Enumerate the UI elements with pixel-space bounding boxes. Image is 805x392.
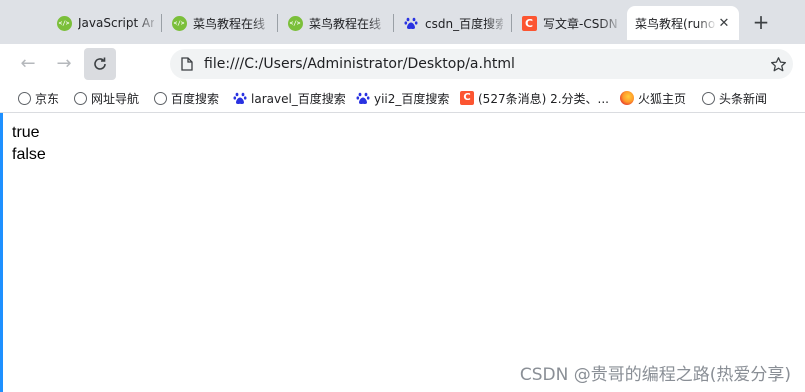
page-content: true false — [12, 122, 46, 166]
output-line: false — [12, 146, 46, 163]
new-tab-button[interactable]: + — [748, 9, 774, 35]
toolbar: ← → file:///C:/Users/Administrator/Deskt… — [0, 44, 805, 84]
url-text: file:///C:/Users/Administrator/Desktop/a… — [204, 56, 515, 72]
baidu-paw-icon — [356, 91, 370, 105]
csdn-icon: C — [521, 15, 537, 31]
reload-icon — [94, 57, 106, 70]
bookmark-label: 京东 — [35, 91, 60, 106]
globe-icon — [701, 91, 715, 105]
bookmarks-bar: 京东 网址导航 百度搜索 laravel_百度搜索 yii2_百度搜索 C (5… — [0, 84, 805, 113]
baidu-paw-icon — [403, 15, 419, 31]
bookmark-label: 网址导航 — [91, 91, 140, 106]
baidu-paw-icon — [233, 91, 247, 105]
bookmark-firefox-home[interactable]: 火狐主页 — [620, 88, 686, 108]
bookmark-url-nav[interactable]: 网址导航 — [73, 88, 139, 108]
output-line: true — [12, 124, 40, 141]
bookmark-label: (527条消息) 2.分类、... — [478, 91, 609, 106]
bookmark-label: 头条新闻 — [719, 91, 768, 106]
file-icon — [170, 49, 204, 79]
bookmark-label: laravel_百度搜索 — [251, 91, 346, 106]
back-button[interactable]: ← — [12, 48, 44, 80]
arrow-left-icon: ← — [20, 53, 36, 74]
runoob-icon: </> — [287, 15, 303, 31]
reload-button[interactable] — [84, 48, 116, 80]
star-icon[interactable] — [763, 56, 793, 73]
runoob-icon: </> — [171, 15, 187, 31]
runoob-icon: </> — [56, 15, 72, 31]
bookmark-laravel[interactable]: laravel_百度搜索 — [233, 88, 346, 108]
bookmark-label: yii2_百度搜索 — [374, 91, 450, 106]
globe-icon — [153, 91, 167, 105]
close-icon[interactable]: ✕ — [715, 16, 733, 31]
tab-strip: </> JavaScript Ar </> 菜鸟教程在线 </> 菜鸟教程在线 … — [0, 0, 805, 44]
bookmark-label: 火狐主页 — [638, 91, 687, 106]
address-bar[interactable]: file:///C:/Users/Administrator/Desktop/a… — [170, 49, 793, 79]
bookmark-yii2[interactable]: yii2_百度搜索 — [356, 88, 449, 108]
globe-icon — [17, 91, 31, 105]
bookmark-jd[interactable]: 京东 — [17, 88, 59, 108]
forward-button[interactable]: → — [48, 48, 80, 80]
bookmark-csdn-messages[interactable]: C (527条消息) 2.分类、... — [460, 88, 609, 108]
tab-active[interactable]: 菜鸟教程(runoob ✕ — [627, 6, 739, 40]
bookmark-toutiao[interactable]: 头条新闻 — [701, 88, 767, 108]
arrow-right-icon: → — [56, 53, 72, 74]
globe-icon — [73, 91, 87, 105]
tab-runoob-1[interactable]: </> 菜鸟教程在线 — [163, 6, 275, 40]
bookmark-baidu-search[interactable]: 百度搜索 — [153, 88, 219, 108]
tab-csdn-write[interactable]: C 写文章-CSDN — [513, 6, 623, 40]
watermark: CSDN @贵哥的编程之路(热爱分享) — [519, 365, 791, 385]
bookmark-label: 百度搜索 — [171, 91, 220, 106]
firefox-icon — [620, 91, 634, 105]
csdn-icon: C — [460, 91, 474, 105]
tab-csdn-baidu[interactable]: csdn_百度搜索 — [395, 6, 509, 40]
tab-runoob-2[interactable]: </> 菜鸟教程在线 — [279, 6, 391, 40]
tab-javascript[interactable]: </> JavaScript Ar — [48, 6, 160, 40]
